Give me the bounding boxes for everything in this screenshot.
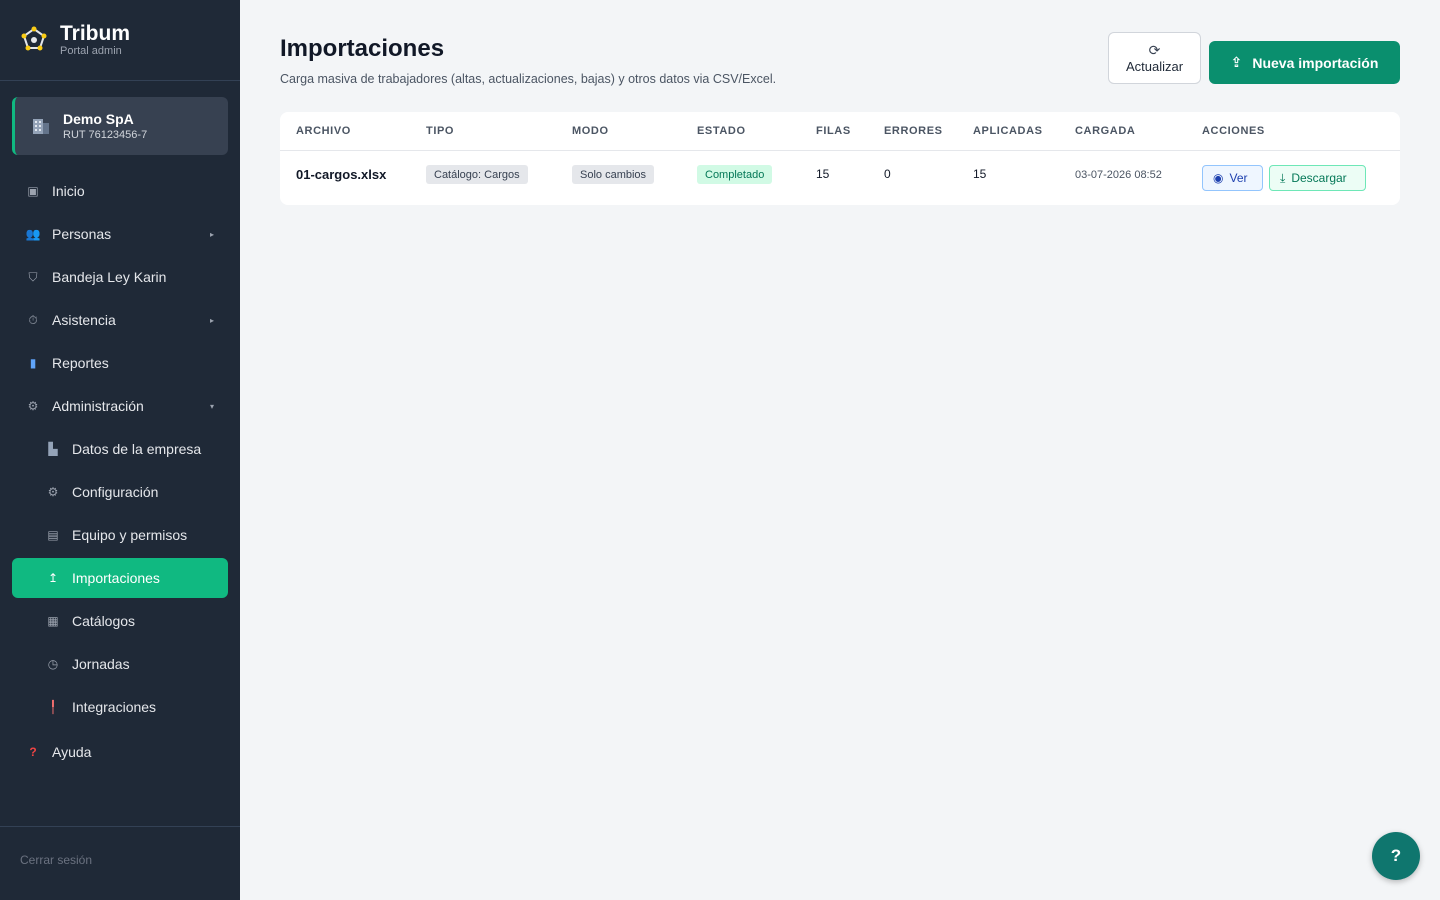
- sidebar-item-reportes[interactable]: ▮ Reportes: [12, 343, 228, 383]
- sidebar-item-label: Ayuda: [52, 744, 92, 760]
- logout-link[interactable]: Cerrar sesión: [0, 826, 240, 900]
- refresh-button-label: Actualizar: [1125, 58, 1184, 74]
- download-button[interactable]: ⤓ Descargar: [1269, 165, 1366, 191]
- upload-icon: ⇪: [1230, 54, 1243, 70]
- new-import-button-label: Nueva importación: [1252, 54, 1379, 71]
- download-icon: ⤓: [1280, 170, 1286, 185]
- sidebar: Tribum Portal admin Demo SpA RUT 7612345…: [0, 0, 240, 900]
- chevron-down-icon: ▾: [209, 401, 214, 411]
- sidebar-item-datos-empresa[interactable]: ▙ Datos de la empresa: [12, 429, 228, 469]
- cell-cargada: 03-07-2026 08:52: [1075, 169, 1162, 181]
- chevron-right-icon: ▸: [209, 229, 214, 239]
- sidebar-item-label: Equipo y permisos: [72, 527, 188, 543]
- sidebar-item-personas[interactable]: 👥 Personas ▸: [12, 214, 228, 254]
- column-header-acciones: ACCIONES: [1202, 125, 1265, 137]
- download-button-label: Descargar: [1291, 171, 1347, 185]
- sidebar-item-label: Inicio: [52, 183, 85, 199]
- sidebar-item-integraciones[interactable]: ╿ Integraciones: [12, 687, 228, 727]
- table-header: ARCHIVO TIPO MODO ESTADO FILAS ERRORES A…: [280, 112, 1400, 151]
- sidebar-item-bandeja-ley-karin[interactable]: ⛉ Bandeja Ley Karin: [12, 257, 228, 297]
- company-name: Demo SpA: [63, 111, 134, 127]
- column-header-aplicadas: APLICADAS: [973, 125, 1043, 137]
- people-icon: 👥: [25, 227, 41, 241]
- sidebar-item-importaciones[interactable]: ↥ Importaciones: [12, 558, 228, 598]
- cell-aplicadas: 15: [973, 167, 987, 181]
- sidebar-item-label: Asistencia: [52, 312, 116, 328]
- plug-icon: ╿: [49, 700, 57, 714]
- building-icon: ▙: [48, 442, 58, 456]
- cell-archivo: 01-cargos.xlsx: [296, 167, 387, 182]
- brand[interactable]: Tribum Portal admin: [0, 0, 240, 81]
- sidebar-item-label: Administración: [52, 398, 144, 414]
- brand-subtitle: Portal admin: [60, 45, 122, 57]
- sidebar-item-label: Bandeja Ley Karin: [52, 269, 167, 285]
- page-subtitle: Carga masiva de trabajadores (altas, act…: [280, 72, 777, 86]
- upload-icon: ↥: [47, 571, 59, 585]
- cell-errores: 0: [884, 167, 891, 181]
- clock-icon: ⏱: [28, 312, 38, 327]
- chart-icon: ▮: [29, 356, 37, 370]
- column-header-errores: ERRORES: [884, 125, 943, 137]
- column-header-tipo: TIPO: [426, 125, 455, 137]
- clock-icon: ◷: [47, 657, 59, 671]
- sidebar-item-asistencia[interactable]: ⏱ Asistencia ▸: [12, 300, 228, 340]
- view-button[interactable]: ◉ Ver: [1202, 165, 1263, 191]
- sidebar-item-label: Importaciones: [72, 570, 160, 586]
- sidebar-item-label: Datos de la empresa: [72, 441, 202, 457]
- brand-name: Tribum: [60, 22, 131, 45]
- refresh-icon: ⟳: [1148, 41, 1161, 58]
- sidebar-item-label: Configuración: [72, 484, 159, 500]
- sidebar-item-label: Integraciones: [72, 699, 157, 715]
- sidebar-item-equipo-permisos[interactable]: ▤ Equipo y permisos: [12, 515, 228, 555]
- building-icon: [33, 119, 49, 134]
- gear-icon: ⚙: [27, 399, 39, 413]
- mode-badge: Solo cambios: [572, 165, 655, 184]
- sidebar-item-catalogos[interactable]: ▦ Catálogos: [12, 601, 228, 641]
- tribum-logo-icon: [21, 26, 47, 51]
- home-icon: ▣: [27, 184, 39, 198]
- column-header-filas: FILAS: [816, 125, 851, 137]
- grid-icon: ▦: [47, 614, 59, 628]
- refresh-button[interactable]: ⟳ Actualizar: [1108, 32, 1201, 84]
- list-icon: ▤: [47, 528, 59, 542]
- help-fab-button[interactable]: ?: [1372, 832, 1420, 880]
- sidebar-item-jornadas[interactable]: ◷ Jornadas: [12, 644, 228, 684]
- gear-icon: ⚙: [47, 485, 59, 499]
- eye-icon: ◉: [1213, 171, 1224, 185]
- question-icon: ?: [29, 745, 37, 759]
- sidebar-item-ayuda[interactable]: ? Ayuda: [12, 732, 228, 772]
- column-header-cargada: CARGADA: [1075, 125, 1136, 137]
- main-content: Importaciones Carga masiva de trabajador…: [240, 0, 1440, 900]
- sidebar-item-administracion[interactable]: ⚙ Administración ▾: [12, 386, 228, 426]
- status-badge: Completado: [697, 165, 773, 184]
- imports-table: ARCHIVO TIPO MODO ESTADO FILAS ERRORES A…: [280, 112, 1400, 205]
- view-button-label: Ver: [1229, 171, 1248, 185]
- company-selector[interactable]: Demo SpA RUT 76123456-7: [12, 97, 228, 155]
- shield-icon: ⛉: [28, 269, 38, 284]
- chevron-right-icon: ▸: [209, 315, 214, 325]
- sidebar-item-label: Reportes: [52, 355, 109, 371]
- sidebar-item-label: Personas: [52, 226, 112, 242]
- company-rut: RUT 76123456-7: [63, 129, 148, 141]
- new-import-button[interactable]: ⇪ Nueva importación: [1209, 41, 1400, 84]
- type-badge: Catálogo: Cargos: [426, 165, 528, 184]
- column-header-archivo: ARCHIVO: [296, 125, 351, 137]
- sidebar-item-label: Jornadas: [72, 656, 130, 672]
- column-header-estado: ESTADO: [697, 125, 746, 137]
- sidebar-item-inicio[interactable]: ▣ Inicio: [12, 171, 228, 211]
- page-title: Importaciones: [280, 35, 445, 62]
- sidebar-item-configuracion[interactable]: ⚙ Configuración: [12, 472, 228, 512]
- cell-filas: 15: [816, 167, 830, 181]
- sidebar-item-label: Catálogos: [72, 613, 136, 629]
- column-header-modo: MODO: [572, 125, 609, 137]
